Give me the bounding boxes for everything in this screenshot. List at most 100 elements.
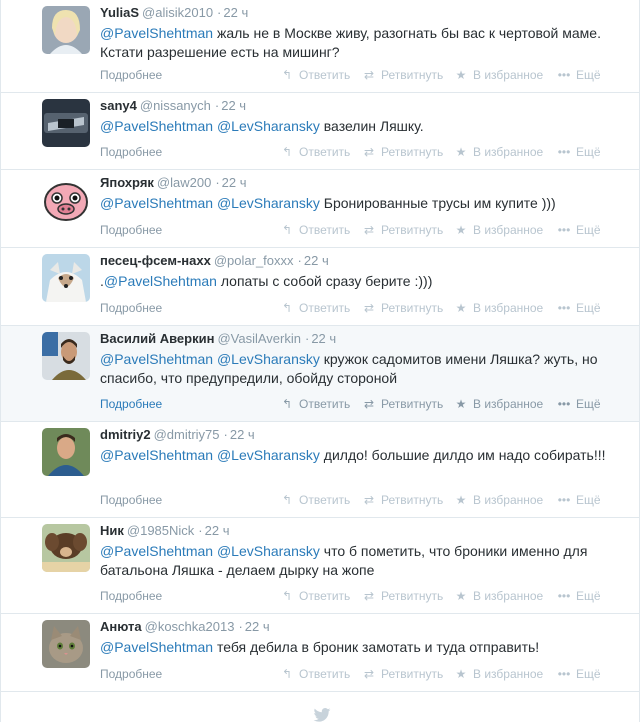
avatar[interactable] bbox=[42, 332, 90, 380]
tweet-timestamp[interactable]: 22 ч bbox=[222, 175, 247, 190]
avatar[interactable] bbox=[42, 428, 90, 476]
reply-button[interactable]: ↰ Ответить bbox=[280, 666, 350, 682]
retweet-button[interactable]: ⇄ Ретвитнуть bbox=[362, 144, 443, 160]
details-link[interactable]: Подробнее bbox=[100, 492, 162, 508]
more-button[interactable]: ••• Ещё bbox=[557, 300, 601, 316]
retweet-button[interactable]: ⇄ Ретвитнуть bbox=[362, 396, 443, 412]
more-button[interactable]: ••• Ещё bbox=[557, 222, 601, 238]
tweet-author-name[interactable]: Япохряк bbox=[100, 175, 154, 190]
details-link[interactable]: Подробнее bbox=[100, 144, 162, 160]
mention-link[interactable]: @PavelShehtman bbox=[100, 543, 213, 559]
reply-button[interactable]: ↰ Ответить bbox=[280, 144, 350, 160]
reply-button[interactable]: ↰ Ответить bbox=[280, 300, 350, 316]
mention-link[interactable]: @PavelShehtman bbox=[104, 273, 217, 289]
mention-link[interactable]: @PavelShehtman bbox=[100, 195, 213, 211]
favorite-button[interactable]: ★ В избранное bbox=[454, 67, 544, 83]
tweet-timestamp[interactable]: 22 ч bbox=[304, 253, 329, 268]
details-link[interactable]: Подробнее bbox=[100, 666, 162, 682]
tweet-username[interactable]: @VasilAverkin bbox=[217, 331, 301, 346]
reply-icon: ↰ bbox=[281, 223, 293, 237]
details-link[interactable]: Подробнее bbox=[100, 588, 162, 604]
details-link[interactable]: Подробнее bbox=[100, 222, 162, 238]
tweet-author-name[interactable]: sany4 bbox=[100, 98, 137, 113]
more-icon: ••• bbox=[557, 223, 571, 237]
tweet-username[interactable]: @law200 bbox=[157, 175, 211, 190]
retweet-button[interactable]: ⇄ Ретвитнуть bbox=[362, 588, 443, 604]
tweet-timestamp[interactable]: 22 ч bbox=[223, 5, 248, 20]
reply-button[interactable]: ↰ Ответить bbox=[280, 222, 350, 238]
mention-link[interactable]: @PavelShehtman bbox=[100, 639, 213, 655]
mention-link[interactable]: @PavelShehtman bbox=[100, 25, 213, 41]
more-button[interactable]: ••• Ещё bbox=[557, 588, 601, 604]
reply-icon: ↰ bbox=[281, 145, 293, 159]
retweet-button[interactable]: ⇄ Ретвитнуть bbox=[362, 222, 443, 238]
avatar[interactable] bbox=[42, 524, 90, 572]
tweet-username[interactable]: @alisik2010 bbox=[142, 5, 213, 20]
tweet-actions: Подробнее ↰ Ответить ⇄ Ретвитнуть ★ В избра… bbox=[100, 492, 601, 508]
more-button[interactable]: ••• Ещё bbox=[557, 492, 601, 508]
tweet[interactable]: dmitriy2 @dmitriy75 · 22 ч @PavelShehtman @… bbox=[1, 422, 639, 518]
tweet-username[interactable]: @nissanych bbox=[140, 98, 211, 113]
mention-link[interactable]: @LevSharansky bbox=[217, 543, 320, 559]
favorite-button[interactable]: ★ В избранное bbox=[454, 222, 544, 238]
favorite-button[interactable]: ★ В избранное bbox=[454, 588, 544, 604]
tweet-author-name[interactable]: Анюта bbox=[100, 619, 142, 634]
details-link[interactable]: Подробнее bbox=[100, 67, 162, 83]
mention-link[interactable]: @PavelShehtman bbox=[100, 118, 213, 134]
tweet-username[interactable]: @1985Nick bbox=[127, 523, 194, 538]
avatar[interactable] bbox=[42, 254, 90, 302]
reply-icon: ↰ bbox=[281, 301, 293, 315]
tweet-timestamp[interactable]: 22 ч bbox=[221, 98, 246, 113]
retweet-button[interactable]: ⇄ Ретвитнуть bbox=[362, 666, 443, 682]
more-button[interactable]: ••• Ещё bbox=[557, 396, 601, 412]
mention-link[interactable]: @LevSharansky bbox=[217, 351, 320, 367]
tweet-actions: Подробнее ↰ Ответить ⇄ Ретвитнуть ★ В избра… bbox=[100, 300, 601, 316]
details-link[interactable]: Подробнее bbox=[100, 396, 162, 412]
more-button[interactable]: ••• Ещё bbox=[557, 144, 601, 160]
details-link[interactable]: Подробнее bbox=[100, 300, 162, 316]
avatar[interactable] bbox=[42, 620, 90, 668]
tweet-username[interactable]: @koschka2013 bbox=[145, 619, 235, 634]
tweet[interactable]: Япохряк @law200 · 22 ч @PavelShehtman @LevS… bbox=[1, 170, 639, 248]
avatar[interactable] bbox=[42, 6, 90, 54]
reply-button[interactable]: ↰ Ответить bbox=[280, 588, 350, 604]
tweet-author-name[interactable]: YuliaS bbox=[100, 5, 139, 20]
mention-link[interactable]: @PavelShehtman bbox=[100, 447, 213, 463]
tweet-timestamp[interactable]: 22 ч bbox=[230, 427, 255, 442]
tweet[interactable]: Анюта @koschka2013 · 22 ч @PavelShehtman те… bbox=[1, 614, 639, 692]
tweet-username[interactable]: @dmitriy75 bbox=[154, 427, 220, 442]
tweet[interactable]: Ник @1985Nick · 22 ч @PavelShehtman @LevSha… bbox=[1, 518, 639, 614]
favorite-button[interactable]: ★ В избранное bbox=[454, 396, 544, 412]
retweet-button[interactable]: ⇄ Ретвитнуть bbox=[362, 67, 443, 83]
more-button[interactable]: ••• Ещё bbox=[557, 67, 601, 83]
tweet[interactable]: YuliaS @alisik2010 · 22 ч @PavelShehtman жа… bbox=[1, 0, 639, 93]
mention-link[interactable]: @LevSharansky bbox=[217, 447, 320, 463]
tweet-timestamp[interactable]: 22 ч bbox=[311, 331, 336, 346]
favorite-button[interactable]: ★ В избранное bbox=[454, 144, 544, 160]
tweet-timestamp[interactable]: 22 ч bbox=[245, 619, 270, 634]
tweet-author-name[interactable]: Ник bbox=[100, 523, 124, 538]
tweet-header: sany4 @nissanych · 22 ч bbox=[100, 98, 247, 113]
tweet[interactable]: Василий Аверкин @VasilAverkin · 22 ч @Pavel… bbox=[1, 326, 639, 422]
tweet[interactable]: песец-фсем-нахх @polar_foxxx · 22 ч .@Pavel… bbox=[1, 248, 639, 326]
tweet-username[interactable]: @polar_foxxx bbox=[214, 253, 294, 268]
more-button[interactable]: ••• Ещё bbox=[557, 666, 601, 682]
tweet-author-name[interactable]: dmitriy2 bbox=[100, 427, 151, 442]
favorite-button[interactable]: ★ В избранное bbox=[454, 300, 544, 316]
mention-link[interactable]: @LevSharansky bbox=[217, 195, 320, 211]
favorite-button[interactable]: ★ В избранное bbox=[454, 666, 544, 682]
retweet-button[interactable]: ⇄ Ретвитнуть bbox=[362, 300, 443, 316]
avatar[interactable] bbox=[42, 176, 90, 224]
tweet-author-name[interactable]: Василий Аверкин bbox=[100, 331, 214, 346]
reply-button[interactable]: ↰ Ответить bbox=[280, 492, 350, 508]
reply-button[interactable]: ↰ Ответить bbox=[280, 396, 350, 412]
mention-link[interactable]: @PavelShehtman bbox=[100, 351, 213, 367]
retweet-button[interactable]: ⇄ Ретвитнуть bbox=[362, 492, 443, 508]
mention-link[interactable]: @LevSharansky bbox=[217, 118, 320, 134]
reply-button[interactable]: ↰ Ответить bbox=[280, 67, 350, 83]
tweet-timestamp[interactable]: 22 ч bbox=[205, 523, 230, 538]
favorite-button[interactable]: ★ В избранное bbox=[454, 492, 544, 508]
tweet[interactable]: sany4 @nissanych · 22 ч @PavelShehtman @Lev… bbox=[1, 93, 639, 170]
tweet-author-name[interactable]: песец-фсем-нахх bbox=[100, 253, 211, 268]
avatar[interactable] bbox=[42, 99, 90, 147]
